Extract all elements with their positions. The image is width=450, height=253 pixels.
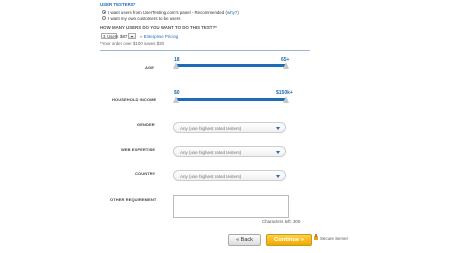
lock-shackle [314, 234, 318, 237]
own-customers-radio[interactable] [102, 16, 106, 20]
chevron-down-icon [276, 174, 280, 178]
how-many-users-question: HOW MANY USERS DO YOU WANT TO DO THIS TE… [100, 25, 217, 30]
gender-label: GENDER [137, 122, 155, 127]
section-divider [100, 50, 310, 51]
country-select[interactable]: Any (use highest rated testers) [173, 170, 286, 181]
other-requirement-textarea[interactable] [173, 195, 289, 218]
web-expertise-select[interactable]: Any (use highest rated testers) [173, 146, 286, 157]
promo-text: *Your order over $100 saves $30 [100, 41, 165, 46]
gender-select[interactable]: Any (use highest rated testers) [173, 122, 286, 133]
users-price: $87 [120, 33, 128, 39]
characters-left: Characters left: 300 [262, 219, 301, 224]
chevron-down-icon [276, 150, 280, 154]
why-link[interactable]: why? [227, 10, 237, 15]
enterprise-pricing-link[interactable]: » Enterprise Pricing [140, 34, 178, 39]
chevron-down-icon [131, 36, 133, 38]
income-slider-track[interactable] [176, 98, 286, 101]
own-customers-label: I want my own customers to be users [108, 15, 181, 21]
secure-server-label: Secure Server [320, 235, 349, 241]
age-min-handle[interactable] [173, 62, 179, 69]
users-count-select[interactable]: 3 Users [101, 33, 118, 39]
continue-button[interactable]: Continue » [266, 234, 312, 246]
web-expertise-label: WEB EXPERTISE [121, 147, 156, 152]
income-max-handle[interactable] [283, 96, 289, 103]
age-max-handle[interactable] [283, 62, 289, 69]
panel-users-label: I want users from UserTesting.com's pane… [108, 9, 239, 15]
age-slider-track[interactable] [176, 64, 286, 67]
household-income-label: HOUSEHOLD INCOME [112, 97, 157, 102]
country-label: COUNTRY [135, 171, 156, 176]
other-requirement-label: OTHER REQUIREMENT [110, 197, 157, 202]
income-min-handle[interactable] [173, 96, 179, 103]
age-label: AGE [145, 65, 154, 70]
users-price-dropdown[interactable] [128, 33, 136, 39]
back-button[interactable]: « Back [228, 234, 261, 246]
user-testers-heading: USER TESTERS* [100, 2, 136, 7]
panel-users-radio[interactable] [102, 10, 106, 14]
chevron-down-icon [276, 126, 280, 130]
